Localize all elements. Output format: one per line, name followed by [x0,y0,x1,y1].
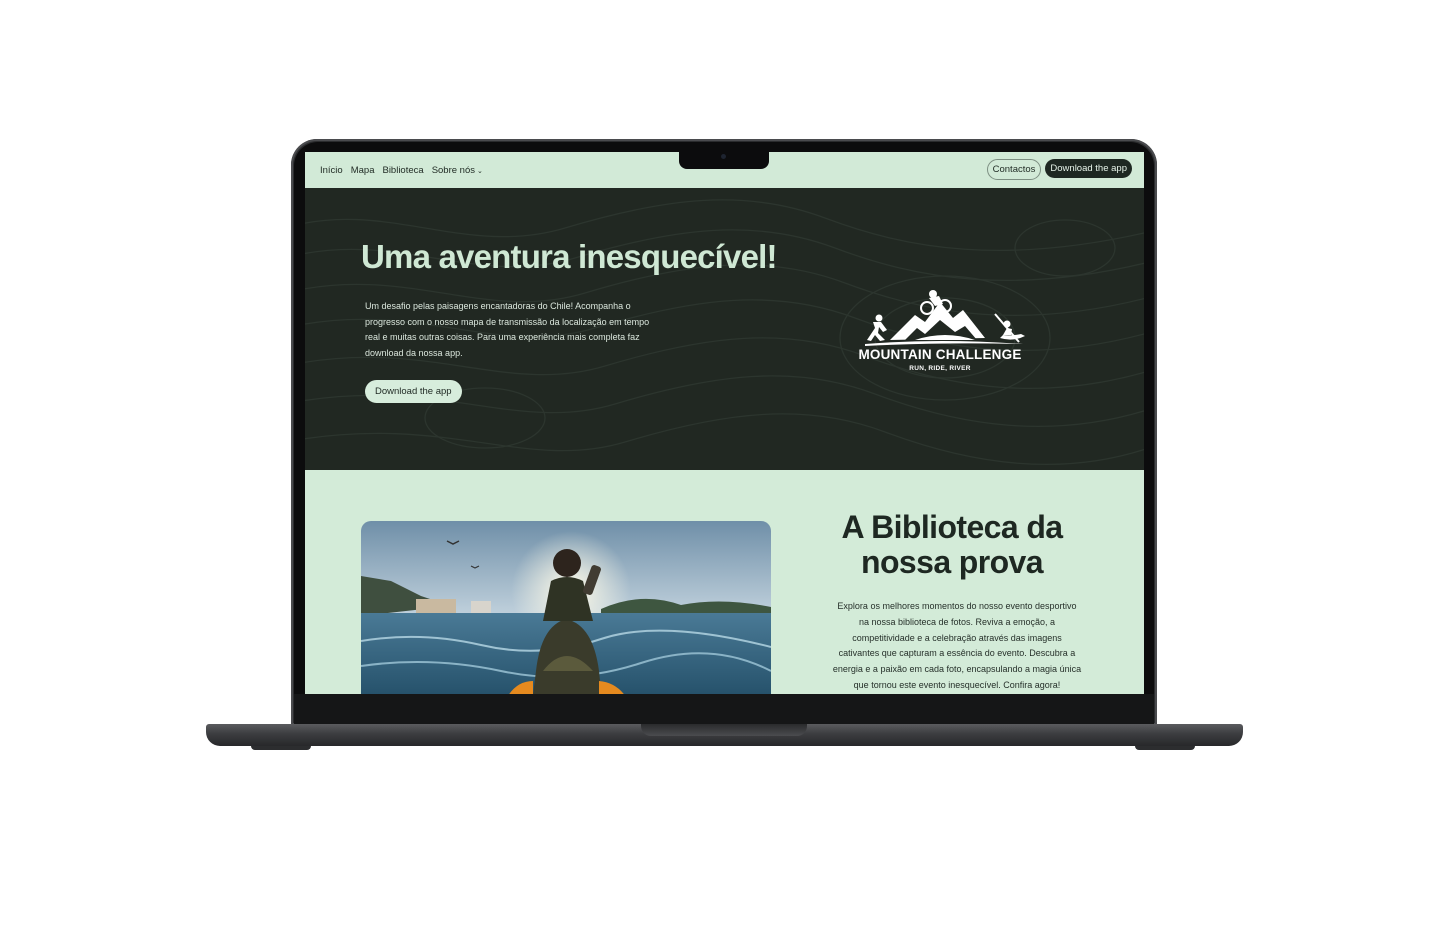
nav-link-sobre-nos[interactable]: Sobre nós ⌄ [432,165,483,176]
nav-link-mapa[interactable]: Mapa [351,165,375,176]
nav-link-inicio[interactable]: Início [320,165,343,176]
laptop-foot-right [1135,746,1195,750]
hero-title: Uma aventura inesquecível! [361,238,778,275]
logo-subtitle: RUN, RIDE, RIVER [909,365,971,372]
camera-icon [721,154,726,159]
nav-actions: Contactos Download the app [986,159,1132,180]
laptop-opening-notch [641,724,807,736]
kayak-photo[interactable] [361,521,771,694]
library-description: Explora os melhores momentos do nosso ev… [832,601,1082,690]
logo-title: MOUNTAIN CHALLENGE [858,347,1022,362]
contact-button[interactable]: Contactos [986,159,1042,180]
nav-links: Início Mapa Biblioteca Sobre nós ⌄ [320,165,483,176]
website-screen: Início Mapa Biblioteca Sobre nós ⌄ Contac… [305,152,1144,694]
nav-link-sobre-nos-label: Sobre nós [431,164,475,176]
library-section: A Biblioteca da nossa prova Explora os m… [305,470,1144,694]
download-app-hero-button[interactable]: Download the app [365,380,462,403]
library-title: A Biblioteca da nossa prova [841,509,1064,580]
kayak-photo-illustration [361,521,771,694]
screen-chin [294,694,1154,725]
download-app-nav-button[interactable]: Download the app [1045,159,1132,178]
nav-link-biblioteca[interactable]: Biblioteca [382,165,423,176]
chevron-down-icon: ⌄ [477,167,483,175]
laptop-foot-left [251,746,311,750]
hero-section: Uma aventura inesquecível! Um desafio pe… [305,188,1144,470]
hero-description: Um desafio pelas paisagens encantadoras … [365,301,650,358]
screen-notch [679,152,769,169]
